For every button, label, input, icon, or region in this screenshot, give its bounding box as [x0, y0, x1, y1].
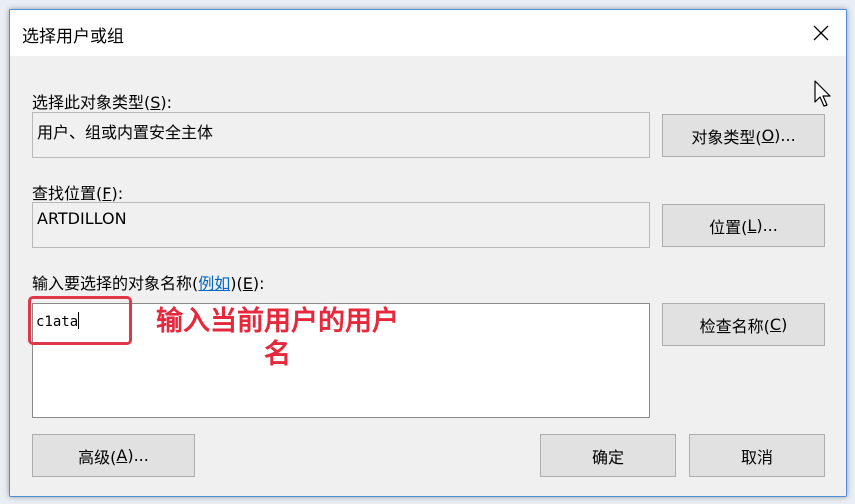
annotation-highlight-box [28, 296, 132, 345]
close-icon [813, 25, 829, 41]
title-bar: 选择用户或组 [10, 10, 846, 56]
advanced-button[interactable]: 高级(A)... [32, 434, 195, 477]
object-types-label: 选择此对象类型(S): [32, 93, 173, 112]
check-names-button[interactable]: 检查名称(C) [662, 303, 825, 346]
dialog-body: 选择此对象类型(S): 用户、组或内置安全主体 对象类型(O)... 查找位置(… [10, 56, 846, 496]
object-types-button[interactable]: 对象类型(O)... [662, 114, 825, 157]
annotation-line-2: 名 [264, 339, 291, 370]
examples-link[interactable]: 例如 [198, 274, 230, 293]
mouse-pointer-icon [814, 80, 831, 107]
annotation-text: 输入当前用户的用户 名 [140, 305, 415, 371]
location-label: 查找位置(F): [32, 184, 124, 203]
annotation-line-1: 输入当前用户的用户 [156, 306, 399, 337]
object-types-field: 用户、组或内置安全主体 [32, 112, 650, 158]
dialog-title: 选择用户或组 [22, 27, 124, 47]
cancel-button[interactable]: 取消 [689, 434, 825, 477]
location-field: ARTDILLON [32, 202, 650, 248]
close-button[interactable] [806, 18, 836, 48]
ok-button[interactable]: 确定 [540, 434, 676, 477]
location-button[interactable]: 位置(L)... [662, 204, 825, 247]
object-names-label: 输入要选择的对象名称(例如)(E): [32, 274, 265, 293]
select-users-or-groups-dialog: 选择用户或组 选择此对象类型(S): 用户、组或内置安全主体 对象类型(O)..… [9, 9, 847, 497]
